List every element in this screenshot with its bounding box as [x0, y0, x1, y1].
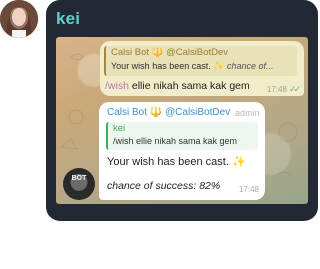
- bot-reply-text: Your wish has been cast.: [107, 156, 229, 168]
- quoted-reply[interactable]: Calsi Bot 🔱 @CalsiBotDev Your wish has b…: [104, 46, 297, 76]
- quoted-reply-main: Your wish has been cast.: [111, 61, 211, 71]
- incoming-message[interactable]: Calsi Bot 🔱 @CalsiBotDev admin kei /wish …: [99, 102, 265, 200]
- chance-line: chance of success: 82%: [107, 180, 221, 192]
- outgoing-message-text: /wish ellie nikah sama kak gem: [105, 80, 250, 92]
- quoted-reply-tail: chance of...: [226, 61, 274, 71]
- sender-name[interactable]: kei: [56, 9, 80, 29]
- bot-command[interactable]: /wish: [105, 80, 129, 92]
- outgoing-message-meta: 17:48 ✓✓: [266, 84, 301, 95]
- incoming-quoted-text: /wish ellie nikah sama kak gem: [113, 136, 238, 146]
- message-time: 17:48: [266, 85, 287, 94]
- read-checks-icon: ✓✓: [288, 84, 301, 94]
- bot-sender-header: Calsi Bot 🔱 @CalsiBotDev admin: [107, 107, 260, 118]
- admin-badge: admin: [235, 108, 260, 118]
- bot-reply-line: Your wish has been cast. ✨: [107, 155, 246, 168]
- quoted-reply-author: Calsi Bot 🔱 @CalsiBotDev: [111, 47, 229, 58]
- chat-quote-card: kei Calsi Bot 🔱 @CalsiBotDev Your wish h…: [0, 0, 320, 269]
- message-card: kei Calsi Bot 🔱 @CalsiBotDev Your wish h…: [46, 0, 318, 221]
- command-argument: ellie nikah sama kak gem: [128, 80, 250, 92]
- incoming-quoted-reply[interactable]: kei /wish ellie nikah sama kak gem: [106, 122, 258, 150]
- incoming-message-time: 17:48: [238, 185, 259, 194]
- sparkle-icon: ✨: [231, 156, 246, 168]
- bot-avatar[interactable]: BOT: [63, 168, 95, 200]
- sparkle-icon: ✨: [213, 61, 225, 71]
- quoted-reply-text: Your wish has been cast. ✨ chance of...: [111, 61, 274, 72]
- bot-avatar-label: BOT: [71, 175, 87, 182]
- user-avatar[interactable]: [0, 0, 38, 38]
- chat-screenshot: Calsi Bot 🔱 @CalsiBotDev Your wish has b…: [56, 37, 308, 204]
- outgoing-message[interactable]: Calsi Bot 🔱 @CalsiBotDev Your wish has b…: [100, 41, 304, 96]
- incoming-quoted-author: kei: [113, 123, 126, 134]
- bot-sender-name[interactable]: Calsi Bot 🔱 @CalsiBotDev: [107, 107, 230, 118]
